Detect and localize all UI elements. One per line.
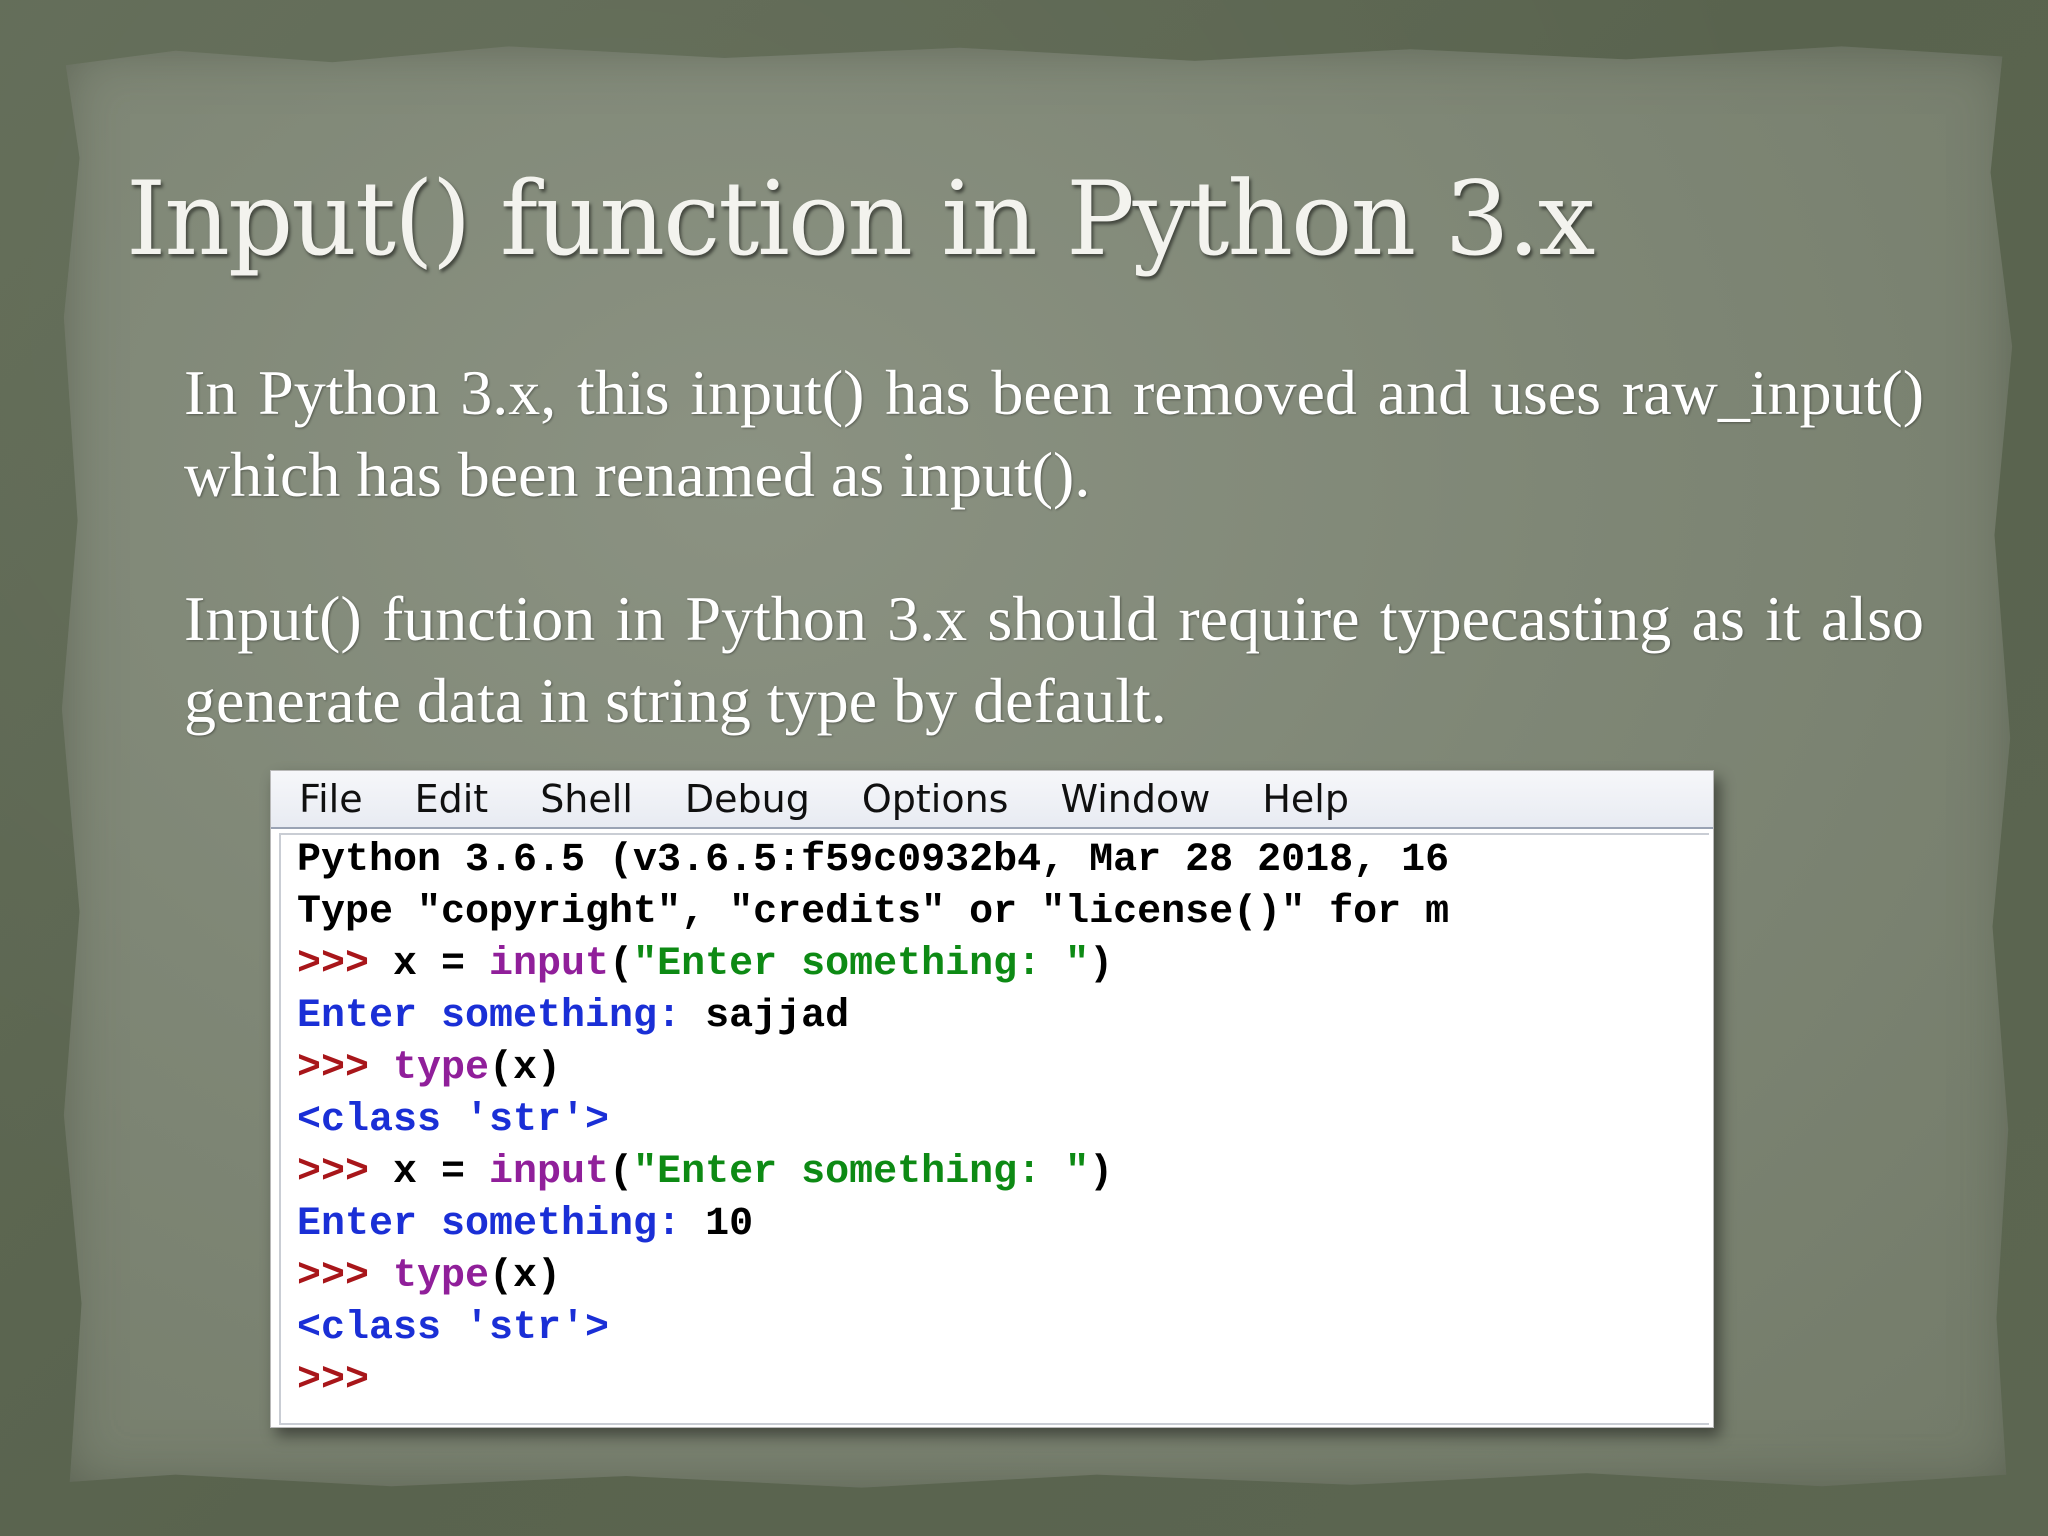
- builtin-function: type: [393, 1254, 490, 1299]
- string-literal: "Enter something: ": [633, 942, 1090, 987]
- shell-prompt: >>>: [297, 1150, 394, 1195]
- stdout-text: <class 'str'>: [297, 1306, 610, 1351]
- stdout-text: Enter something:: [297, 1202, 706, 1247]
- shell-text: (: [609, 1150, 634, 1195]
- builtin-function: input: [489, 942, 610, 987]
- shell-line-banner-help: Type "copyright", "credits" or "license(…: [297, 887, 1449, 939]
- menu-help[interactable]: Help: [1236, 777, 1375, 821]
- shell-line-empty-prompt[interactable]: >>>: [297, 1355, 369, 1407]
- shell-line-input-response: Enter something: sajjad: [297, 991, 849, 1043]
- stdout-text: <class 'str'>: [297, 1098, 610, 1143]
- shell-text: Type "copyright", "credits" or "license(…: [297, 890, 1450, 935]
- menu-shell[interactable]: Shell: [514, 777, 659, 821]
- shell-prompt: >>>: [297, 1046, 394, 1091]
- user-input-text: sajjad: [705, 994, 850, 1039]
- paragraph-2: Input() function in Python 3.x should re…: [184, 583, 1924, 736]
- stdout-text: Enter something:: [297, 994, 706, 1039]
- user-input-text: 10: [705, 1202, 754, 1247]
- shell-text: x =: [393, 1150, 490, 1195]
- shell-line-type-command: >>> type(x): [297, 1043, 561, 1095]
- shell-text: (x): [489, 1254, 562, 1299]
- shell-line-type-command: >>> type(x): [297, 1251, 561, 1303]
- shell-line-banner-version: Python 3.6.5 (v3.6.5:f59c0932b4, Mar 28 …: [297, 835, 1449, 887]
- shell-text: (x): [489, 1046, 562, 1091]
- shell-text: (: [609, 942, 634, 987]
- shell-line-input-response: Enter something: 10: [297, 1199, 753, 1251]
- menu-window[interactable]: Window: [1034, 777, 1236, 821]
- shell-text: ): [1089, 1150, 1114, 1195]
- string-literal: "Enter something: ": [633, 1150, 1090, 1195]
- menu-options[interactable]: Options: [836, 777, 1035, 821]
- slide-title: Input() function in Python 3.x: [126, 160, 1595, 279]
- paragraph-1: In Python 3.x, this input() has been rem…: [184, 357, 1924, 510]
- shell-prompt: >>>: [297, 1254, 394, 1299]
- shell-line-type-result: <class 'str'>: [297, 1095, 609, 1147]
- shell-text: Python 3.6.5 (v3.6.5:f59c0932b4, Mar 28 …: [297, 838, 1450, 883]
- menu-edit[interactable]: Edit: [389, 777, 515, 821]
- menu-debug[interactable]: Debug: [659, 777, 836, 821]
- shell-line-input-command: >>> x = input("Enter something: "): [297, 939, 1113, 991]
- shell-text: ): [1089, 942, 1114, 987]
- shell-text: x =: [393, 942, 490, 987]
- shell-line-type-result: <class 'str'>: [297, 1303, 609, 1355]
- menu-file[interactable]: File: [271, 777, 389, 821]
- shell-text-area[interactable]: Python 3.6.5 (v3.6.5:f59c0932b4, Mar 28 …: [279, 833, 1709, 1425]
- shell-prompt: >>>: [297, 1358, 370, 1403]
- menu-bar: File Edit Shell Debug Options Window Hel…: [271, 771, 1713, 829]
- idle-shell-window: File Edit Shell Debug Options Window Hel…: [270, 770, 1714, 1428]
- shell-prompt: >>>: [297, 942, 394, 987]
- shell-line-input-command: >>> x = input("Enter something: "): [297, 1147, 1113, 1199]
- builtin-function: type: [393, 1046, 490, 1091]
- builtin-function: input: [489, 1150, 610, 1195]
